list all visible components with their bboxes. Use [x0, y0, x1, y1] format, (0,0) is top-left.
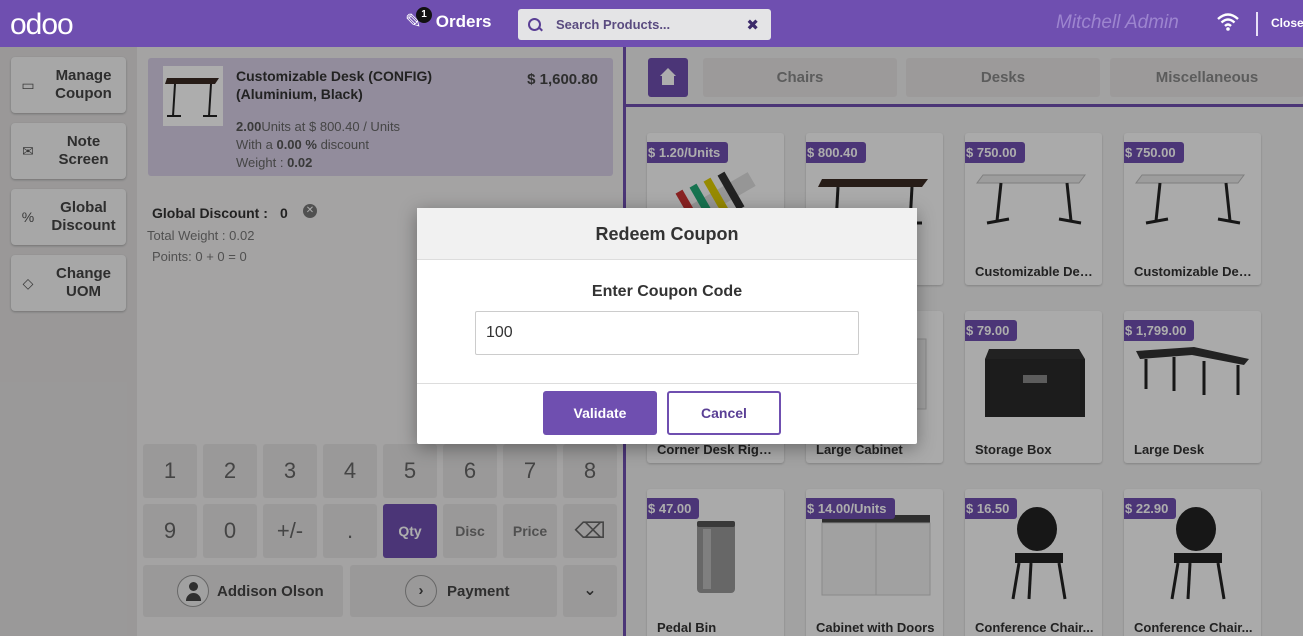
coupon-code-input[interactable] [475, 311, 859, 355]
orders-count-badge: 1 [416, 7, 432, 23]
search-input[interactable]: Search Products... [556, 17, 746, 32]
top-bar: odoo ✎ 1 Orders Search Products... ✖ Mit… [0, 0, 1303, 47]
dialog-title: Redeem Coupon [417, 208, 917, 260]
header-divider [1256, 12, 1258, 36]
orders-button[interactable]: ✎ 1 Orders [405, 7, 492, 34]
validate-button[interactable]: Validate [543, 391, 657, 435]
redeem-coupon-dialog: Redeem Coupon Enter Coupon Code Validate… [417, 208, 917, 444]
search-box[interactable]: Search Products... ✖ [518, 9, 771, 40]
coupon-code-label: Enter Coupon Code [591, 283, 743, 300]
wifi-icon [1217, 13, 1239, 31]
cashier-name[interactable]: Mitchell Admin [1056, 12, 1179, 34]
search-icon [528, 17, 542, 32]
close-button[interactable]: Close [1271, 16, 1303, 30]
odoo-logo: odoo [10, 8, 74, 41]
orders-label: Orders [435, 11, 492, 31]
clear-search-icon[interactable]: ✖ [746, 16, 759, 34]
cancel-button[interactable]: Cancel [667, 391, 781, 435]
